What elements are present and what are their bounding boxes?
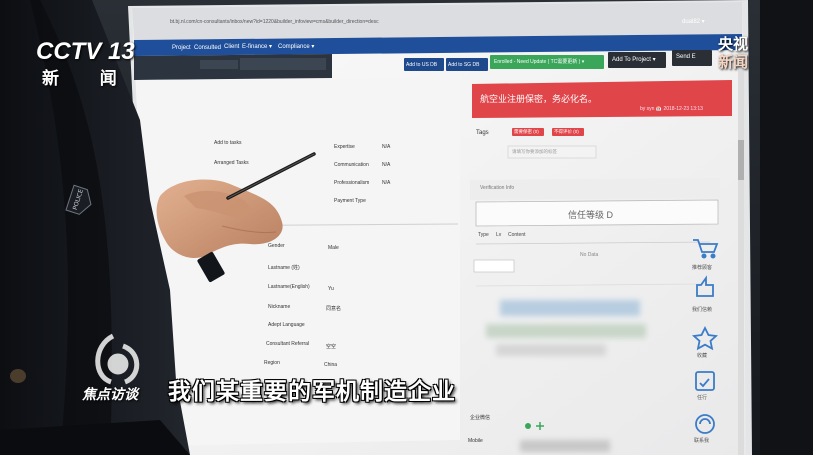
profile-label: Adept Language	[268, 322, 305, 328]
alert-meta: by syn 📅 2018-12-23 13:13	[640, 106, 703, 112]
no-data-text: No Data	[580, 252, 599, 258]
field-label: Arranged Tasks	[214, 160, 249, 166]
field-label: Professionalism	[334, 180, 370, 186]
video-frame: POLICE bt.bj.nl.com/cn-consultants/inbox…	[0, 0, 813, 455]
field-label: Add to tasks	[214, 140, 242, 146]
verification-label: Verification Info	[480, 185, 515, 191]
tags-label: Tags	[476, 130, 489, 136]
profile-value: Yu	[328, 286, 334, 292]
field-label: Expertise	[334, 144, 355, 150]
tool-label-favorite[interactable]: 收藏	[697, 352, 707, 359]
contact-tab-lv[interactable]: Lv	[496, 232, 501, 238]
subtitle-caption: 我们某重要的军机制造企业	[168, 378, 456, 404]
enrolled-status-button[interactable]: Enrolled - Need Update ( TC需要更新 ) ▾	[494, 58, 584, 65]
mobile-label: Mobile	[468, 438, 483, 444]
badge-top-text: 央视	[717, 36, 748, 53]
profile-value: China	[324, 362, 338, 368]
user-menu[interactable]: dual82 ▾	[682, 18, 705, 25]
field-label: Communication	[334, 162, 369, 168]
contact-tab-content[interactable]: Content	[508, 232, 526, 238]
nav-item-consulted[interactable]: Consulted	[194, 45, 221, 51]
tag-chip[interactable]: 需要保密 (0)	[514, 129, 539, 135]
cctv-channel-logo: CCTV 13 新 闻	[36, 38, 135, 89]
channel-subtitle: 新 闻	[42, 69, 135, 88]
tag-chip[interactable]: 不得评价 (0)	[554, 129, 579, 135]
nav-item-efinance[interactable]: E-finance ▾	[242, 43, 272, 50]
profile-value: 空空	[326, 344, 337, 350]
nav-item-compliance[interactable]: Compliance ▾	[278, 43, 314, 50]
tool-label-recommend[interactable]: 推荐顾客	[692, 264, 712, 271]
field-value: N/A	[382, 144, 391, 150]
profile-value: Male	[328, 245, 339, 251]
field-label: Payment Type	[334, 198, 366, 204]
profile-label: Consultant Referral	[266, 341, 310, 347]
contact-tab-type[interactable]: Type	[478, 232, 489, 238]
badge-bottom-text: 新闻	[717, 54, 748, 71]
tool-label-task[interactable]: 任行	[697, 394, 707, 401]
profile-label: Gender	[268, 243, 285, 249]
alert-text: 航空业注册保密，务必化名。	[480, 94, 598, 104]
browser-address-bar: bt.bj.nl.com/cn-consultants/inbox/new?id…	[170, 19, 379, 25]
add-to-project-button[interactable]: Add To Project ▾	[612, 56, 656, 63]
trust-level: 信任等级 D	[568, 210, 614, 220]
cctv-news-badge: 央视 新闻	[708, 36, 758, 78]
nav-item-client[interactable]: Client	[224, 44, 239, 50]
add-to-us-db-button[interactable]: Add to US DB	[406, 62, 437, 68]
tag-input[interactable]: 请填写你要添加的标签	[512, 149, 557, 155]
field-value: N/A	[382, 180, 391, 186]
add-to-sg-db-button[interactable]: Add to SG DB	[448, 62, 479, 68]
tool-label-trust[interactable]: 我们信赖	[692, 306, 712, 313]
field-value: N/A	[382, 162, 391, 168]
program-name: 焦点访谈	[82, 386, 138, 402]
profile-label: Nickname	[268, 304, 291, 310]
profile-label: Lastname (姓)	[268, 265, 300, 271]
tool-label-contact[interactable]: 联系我	[694, 437, 709, 444]
channel-name: CCTV 13	[36, 38, 135, 65]
company-label: 企业微信	[470, 415, 491, 421]
nav-item-project[interactable]: Project	[172, 45, 191, 51]
profile-label: Lastname(English)	[268, 284, 310, 290]
profile-label: Region	[264, 360, 280, 366]
profile-value: 同意名	[326, 306, 342, 312]
send-email-button[interactable]: Send E	[676, 54, 696, 60]
